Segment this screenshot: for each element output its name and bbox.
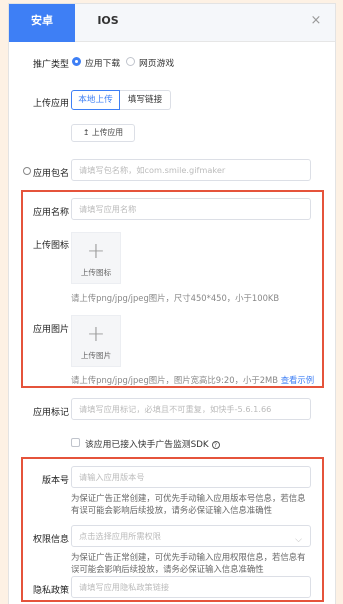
version-input[interactable]: 请输入应用版本号	[71, 466, 311, 488]
package-label: 应用包名	[32, 169, 69, 179]
tab-ios[interactable]: IOS	[75, 4, 141, 42]
sdk-checkbox-label: 该应用已接入快手广告监测SDK ?	[85, 437, 220, 450]
upload-app-button-label: 上传应用	[91, 128, 124, 137]
privacy-label: 隐私政策	[32, 586, 69, 596]
upload-app-button[interactable]: ↥ 上传应用	[71, 124, 135, 142]
segment-local-upload[interactable]: 本地上传	[71, 90, 120, 110]
sdk-checkbox[interactable]	[71, 438, 80, 447]
icon-upload-label: 上传图标	[32, 241, 69, 251]
tab-android[interactable]: 安卓	[9, 4, 75, 42]
promo-type-label: 推广类型	[32, 60, 69, 70]
upload-app-label: 上传应用	[32, 99, 69, 109]
permissions-select-placeholder: 点击选择应用所需权限	[79, 531, 161, 541]
icon-upload-box[interactable]: + 上传图标	[71, 232, 121, 284]
app-images-box-label: 上传图片	[80, 351, 112, 360]
chevron-down-icon: ⌵	[295, 535, 302, 545]
app-images-hint: 请上传png/jpg/jpeg图片，图片宽高比9:20，小于2MB 查看示例	[71, 374, 314, 386]
platform-tabs: 安卓 IOS ×	[9, 4, 335, 42]
plus-icon: +	[86, 322, 106, 347]
version-label: 版本号	[41, 476, 69, 486]
app-name-input[interactable]: 请填写应用名称	[71, 198, 311, 220]
package-input[interactable]: 请填写包名称，如com.smile.gifmaker	[71, 159, 311, 181]
permissions-hint: 为保证广告正常创建，可优先手动输入应用权限信息，若信息有误可能会影响后续投放，请…	[71, 552, 306, 574]
version-hint: 为保证广告正常创建，可优先手动输入应用版本号信息，若信息有误可能会影响后续投放，…	[71, 493, 306, 515]
icon-upload-box-label: 上传图标	[80, 268, 112, 277]
upload-icon: ↥	[82, 128, 90, 137]
permissions-label: 权限信息	[32, 535, 69, 545]
sdk-checkbox-text: 该应用已接入快手广告监测SDK	[85, 440, 209, 450]
app-images-upload-box[interactable]: + 上传图片	[71, 315, 121, 367]
close-icon[interactable]: ×	[308, 13, 324, 29]
app-upload-dialog: 安卓 IOS × 推广类型 应用下载 网页游戏 上传应用 本地上传 填写链接 ↥…	[8, 3, 336, 604]
view-example-link[interactable]: 查看示例	[281, 375, 315, 385]
radio-app-download-label: 应用下载	[85, 59, 121, 69]
app-images-label: 应用图片	[32, 325, 69, 335]
privacy-input[interactable]: 请填写应用隐私政策链接	[71, 576, 311, 598]
icon-upload-hint: 请上传png/jpg/jpeg图片，尺寸450*450，小于100KB	[71, 293, 280, 303]
app-name-label: 应用名称	[32, 208, 69, 218]
page-background: 安卓 IOS × 推广类型 应用下载 网页游戏 上传应用 本地上传 填写链接 ↥…	[0, 0, 343, 604]
radio-web-game-label: 网页游戏	[139, 59, 175, 69]
app-mark-input[interactable]: 请填写应用标记，必填且不可重复，如快手-5.6.1.66	[71, 398, 311, 420]
segment-fill-link[interactable]: 填写链接	[120, 90, 171, 110]
plus-icon: +	[86, 239, 106, 264]
app-mark-label: 应用标记	[32, 408, 69, 418]
radio-web-game[interactable]	[126, 57, 135, 66]
help-icon[interactable]: ?	[211, 440, 220, 449]
radio-app-download[interactable]	[72, 57, 81, 66]
app-images-hint-text: 请上传png/jpg/jpeg图片，图片宽高比9:20，小于2MB	[71, 375, 281, 385]
permissions-select[interactable]: 点击选择应用所需权限 ⌵	[71, 525, 311, 547]
